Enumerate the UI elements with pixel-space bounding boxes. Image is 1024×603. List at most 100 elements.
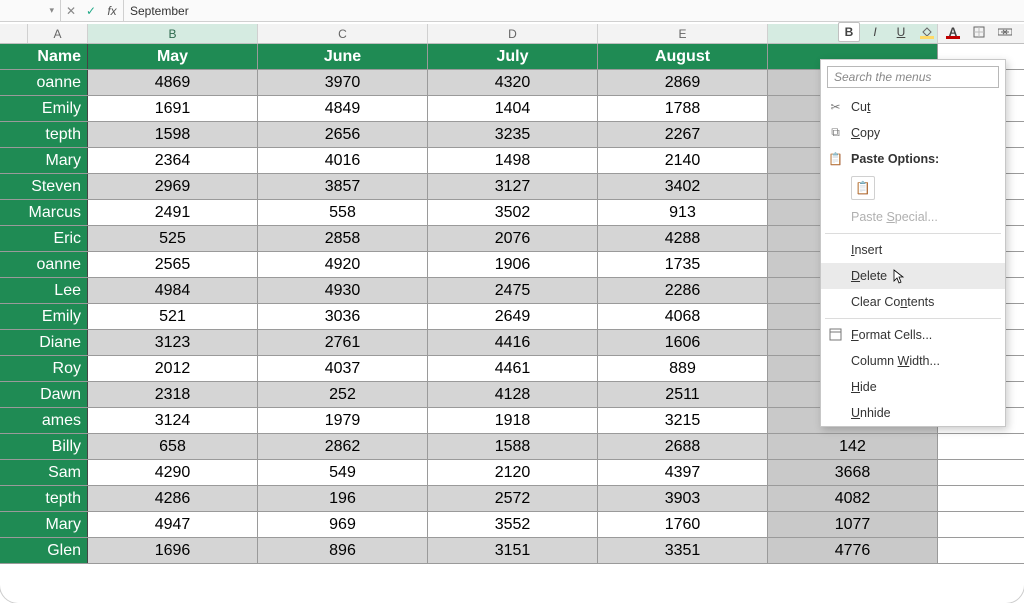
- menu-search-input[interactable]: Search the menus: [827, 66, 999, 88]
- row-name[interactable]: Roy: [0, 356, 88, 381]
- cell-may[interactable]: 4286: [88, 486, 258, 511]
- column-header-A[interactable]: A: [28, 24, 88, 43]
- cell-july[interactable]: 4416: [428, 330, 598, 355]
- row-name[interactable]: Mary: [0, 148, 88, 173]
- name-box[interactable]: ▾: [0, 5, 60, 16]
- header-july[interactable]: July: [428, 44, 598, 69]
- menu-format-cells[interactable]: Format Cells...: [821, 322, 1005, 348]
- cell-may[interactable]: 3124: [88, 408, 258, 433]
- cell-f[interactable]: 4776: [768, 538, 938, 563]
- row-name[interactable]: Diane: [0, 330, 88, 355]
- cell-july[interactable]: 1404: [428, 96, 598, 121]
- cell-july[interactable]: 4461: [428, 356, 598, 381]
- cell-august[interactable]: 4288: [598, 226, 768, 251]
- cell-august[interactable]: 2140: [598, 148, 768, 173]
- cell-june[interactable]: 3036: [258, 304, 428, 329]
- menu-column-width[interactable]: Column Width...: [821, 348, 1005, 374]
- cell-june[interactable]: 896: [258, 538, 428, 563]
- bold-button[interactable]: B: [838, 22, 860, 42]
- formula-cancel-button[interactable]: ✕: [61, 4, 81, 18]
- row-name[interactable]: Sam: [0, 460, 88, 485]
- cell-july[interactable]: 2572: [428, 486, 598, 511]
- row-name[interactable]: Emily: [0, 304, 88, 329]
- cell-july[interactable]: 3235: [428, 122, 598, 147]
- cell-august[interactable]: 889: [598, 356, 768, 381]
- cell-august[interactable]: 3215: [598, 408, 768, 433]
- cell-july[interactable]: 2076: [428, 226, 598, 251]
- cell-june[interactable]: 4849: [258, 96, 428, 121]
- cell-august[interactable]: 2688: [598, 434, 768, 459]
- cell-august[interactable]: 913: [598, 200, 768, 225]
- cell-may[interactable]: 2565: [88, 252, 258, 277]
- underline-button[interactable]: U: [890, 22, 912, 42]
- menu-insert[interactable]: Insert: [821, 237, 1005, 263]
- cell-july[interactable]: 1498: [428, 148, 598, 173]
- row-name[interactable]: tepth: [0, 486, 88, 511]
- cell-july[interactable]: 2475: [428, 278, 598, 303]
- cell-may[interactable]: 1691: [88, 96, 258, 121]
- menu-unhide[interactable]: Unhide: [821, 400, 1005, 426]
- menu-paste-default[interactable]: 📋: [821, 172, 1005, 204]
- row-name[interactable]: ames: [0, 408, 88, 433]
- menu-cut[interactable]: ✂ Cut: [821, 94, 1005, 120]
- cell-august[interactable]: 3351: [598, 538, 768, 563]
- cell-august[interactable]: 1606: [598, 330, 768, 355]
- row-name[interactable]: Mary: [0, 512, 88, 537]
- cell-june[interactable]: 4037: [258, 356, 428, 381]
- header-august[interactable]: August: [598, 44, 768, 69]
- cell-june[interactable]: 1979: [258, 408, 428, 433]
- cell-f[interactable]: 4082: [768, 486, 938, 511]
- row-name[interactable]: oanne: [0, 252, 88, 277]
- cell-july[interactable]: 3127: [428, 174, 598, 199]
- cell-august[interactable]: 4068: [598, 304, 768, 329]
- formula-confirm-button[interactable]: ✓: [81, 4, 101, 18]
- header-june[interactable]: June: [258, 44, 428, 69]
- cell-june[interactable]: 4016: [258, 148, 428, 173]
- cell-june[interactable]: 2862: [258, 434, 428, 459]
- cell-august[interactable]: 3402: [598, 174, 768, 199]
- cell-july[interactable]: 2120: [428, 460, 598, 485]
- cell-august[interactable]: 4397: [598, 460, 768, 485]
- cell-may[interactable]: 2012: [88, 356, 258, 381]
- row-name[interactable]: Eric: [0, 226, 88, 251]
- row-name[interactable]: Marcus: [0, 200, 88, 225]
- cell-july[interactable]: 1906: [428, 252, 598, 277]
- cell-june[interactable]: 2761: [258, 330, 428, 355]
- cell-june[interactable]: 3970: [258, 70, 428, 95]
- cell-june[interactable]: 2656: [258, 122, 428, 147]
- cell-august[interactable]: 1735: [598, 252, 768, 277]
- cell-may[interactable]: 2491: [88, 200, 258, 225]
- cell-july[interactable]: 3151: [428, 538, 598, 563]
- column-header-B[interactable]: B: [88, 24, 258, 43]
- cell-june[interactable]: 4930: [258, 278, 428, 303]
- cell-f[interactable]: 142: [768, 434, 938, 459]
- cell-may[interactable]: 1598: [88, 122, 258, 147]
- cell-august[interactable]: 2267: [598, 122, 768, 147]
- fill-color-button[interactable]: [916, 22, 938, 42]
- cell-august[interactable]: 1788: [598, 96, 768, 121]
- insert-function-button[interactable]: fx: [101, 4, 123, 18]
- cell-july[interactable]: 3552: [428, 512, 598, 537]
- cell-may[interactable]: 4947: [88, 512, 258, 537]
- row-name[interactable]: Steven: [0, 174, 88, 199]
- cell-may[interactable]: 1696: [88, 538, 258, 563]
- cell-august[interactable]: 3903: [598, 486, 768, 511]
- cell-june[interactable]: 252: [258, 382, 428, 407]
- cell-may[interactable]: 3123: [88, 330, 258, 355]
- cell-july[interactable]: 4320: [428, 70, 598, 95]
- header-may[interactable]: May: [88, 44, 258, 69]
- select-all-corner[interactable]: [0, 24, 28, 43]
- cell-july[interactable]: 2649: [428, 304, 598, 329]
- column-header-C[interactable]: C: [258, 24, 428, 43]
- italic-button[interactable]: I: [864, 22, 886, 42]
- menu-delete[interactable]: Delete: [821, 263, 1005, 289]
- cell-july[interactable]: 3502: [428, 200, 598, 225]
- row-name[interactable]: Glen: [0, 538, 88, 563]
- column-header-E[interactable]: E: [598, 24, 768, 43]
- row-name[interactable]: Billy: [0, 434, 88, 459]
- cell-july[interactable]: 1918: [428, 408, 598, 433]
- cell-august[interactable]: 2869: [598, 70, 768, 95]
- cell-june[interactable]: 3857: [258, 174, 428, 199]
- row-name[interactable]: oanne: [0, 70, 88, 95]
- header-name[interactable]: Name: [0, 44, 88, 69]
